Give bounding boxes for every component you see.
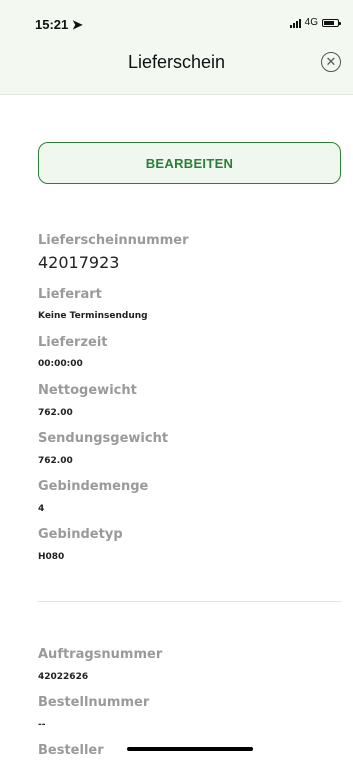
field-label-bestellnummer: Bestellnummer: [38, 695, 150, 710]
network-type: 4G: [304, 17, 318, 28]
close-button[interactable]: ✕: [321, 52, 341, 72]
status-time-text: 15:21: [35, 17, 69, 32]
status-time: 15:21 ➤: [35, 17, 83, 33]
field-label-nettogewicht: Nettogewicht: [38, 383, 137, 398]
field-value-nettogewicht: 762.00: [38, 408, 73, 418]
field-label-sendungsgewicht: Sendungsgewicht: [38, 431, 169, 446]
field-label-gebindemenge: Gebindemenge: [38, 479, 149, 494]
field-label-auftragsnummer: Auftragsnummer: [38, 647, 163, 662]
field-label-lieferzeit: Lieferzeit: [38, 335, 108, 350]
field-value-lieferart: Keine Terminsendung: [38, 311, 148, 321]
field-value-gebindetyp: H080: [38, 552, 65, 562]
app-header: 15:21 ➤ 4G Lieferschein ✕: [0, 0, 353, 95]
section-divider: [38, 601, 341, 602]
signal-icon: [289, 18, 301, 28]
battery-icon: [322, 18, 341, 27]
close-icon: ✕: [325, 54, 337, 70]
field-value-lieferzeit: 00:00:00: [38, 359, 83, 369]
field-label-gebindetyp: Gebindetyp: [38, 527, 123, 542]
edit-button[interactable]: BEARBEITEN: [38, 142, 341, 184]
field-label-lieferart: Lieferart: [38, 287, 102, 302]
field-value-gebindemenge: 4: [38, 504, 45, 514]
location-arrow-icon: ➤: [71, 17, 83, 32]
field-value-sendungsgewicht: 762.00: [38, 456, 73, 466]
field-label-lieferscheinnummer: Lieferscheinnummer: [38, 233, 189, 248]
status-indicators: 4G: [289, 17, 341, 28]
home-indicator: [127, 747, 253, 751]
field-value-bestellnummer: --: [38, 720, 46, 730]
field-value-lieferscheinnummer: 42017923: [38, 253, 120, 272]
field-label-besteller: Besteller: [38, 743, 104, 758]
field-value-auftragsnummer: 42022626: [38, 672, 89, 682]
page-title: Lieferschein: [127, 52, 226, 72]
